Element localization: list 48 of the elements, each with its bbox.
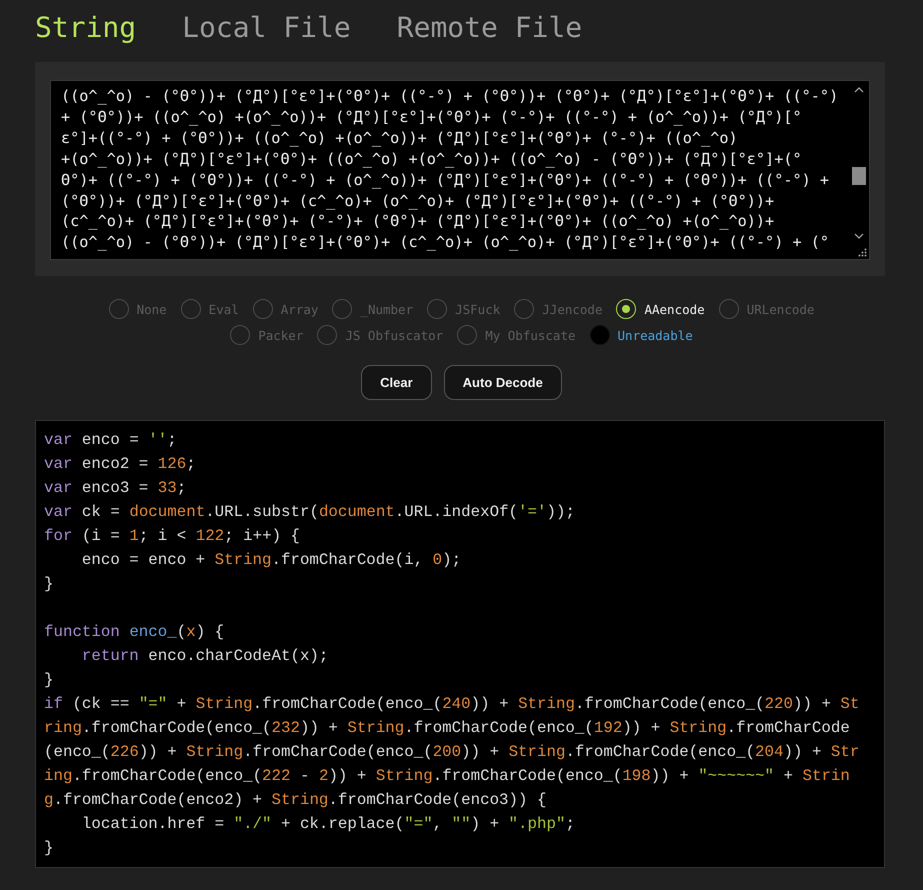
code-line: var ck = document.URL.substr(document.URL.indexOf('=')); — [44, 502, 576, 523]
action-button[interactable]: Clear — [361, 365, 432, 400]
code-line: enco = enco + String.fromCharCode(i, 0); — [80, 550, 462, 571]
radio-label[interactable]: JS Obfuscator — [345, 328, 444, 342]
radio-button[interactable] — [514, 299, 534, 319]
code-line: (enco_(226)) + String.fromCharCode(enco_(200)) + String.fromCharCode(enco_(204)) + Str — [44, 742, 860, 763]
radio-button[interactable] — [317, 325, 338, 345]
code-line: ing.fromCharCode(enco_(222 - 2)) + String.fromCharCode(enco_(198)) + "~~~~~~" + Strin — [44, 766, 851, 787]
radio-label[interactable]: Unreadable — [618, 328, 693, 342]
radio-button[interactable] — [457, 325, 478, 345]
tab[interactable]: Local File — [182, 8, 351, 46]
scrollbar-thumb[interactable] — [852, 167, 866, 185]
radio-button[interactable] — [252, 299, 273, 319]
radio-button[interactable] — [718, 299, 739, 319]
code-line: var enco = ''; — [44, 430, 178, 451]
radio-label[interactable]: Eval — [208, 302, 239, 316]
code-line: for (i = 1; i < 122; i++) { — [44, 526, 302, 547]
code-line: location.href = "./" + ck.replace("=", "") + ".php"; — [80, 814, 576, 835]
radio-label[interactable]: None — [136, 302, 167, 316]
code-line: return enco.charCodeAt(x); — [80, 646, 330, 667]
radio-label[interactable]: _Number — [360, 302, 414, 316]
radio-label[interactable]: Array — [280, 302, 318, 316]
radio-button[interactable] — [590, 325, 610, 345]
code-line: function enco_(x) { — [44, 622, 226, 643]
input-field[interactable]: ((o^_^o) - (°Θ°))+ (°Д°)[°ε°]+(°Θ°)+ ((°-°) + (°Θ°))+ (°Θ°)+ (°Д°)[°ε°]+(°Θ°)+ ((°-°) + (°Θ°))+ ((o^_^o) +(o^_^o))+ (°Д°)[°ε°]+(°Θ°)+ (°-°)+ ((°-°) + (o^_^o))+ (°Д°)[° ε°]+((°-°) + (°Θ°))+ ((o^_^o) +(o^_^o))+ (°Д°)[°ε°]+(°Θ°)+ (°-°)+ ((o^_^o) +(o^_^o))+ (°Д°)[°ε°]+(°Θ°)+ ((o^_^o) +(o^_^o))+ ((o^_^o) - (°Θ°))+ (°Д°)[°ε°]+(° Θ°)+ ((°-°) + (°Θ°))+ ((°-°) + (o^_^o))+ (°Д°)[°ε°]+(°Θ°)+ ((°-°) + (°Θ°))+ ((°-°) + (°Θ°))+ (°Д°)[°ε°]+(°Θ°)+ (c^_^o)+ (o^_^o)+ (°Д°)[°ε°]+(°Θ°)+ ((°-°) + (°Θ°))+ (c^_^o)+ (°Д°)[°ε°]+(°Θ°)+ (°-°)+ (°Θ°)+ (°Д°)[°ε°]+(°Θ°)+ ((o^_^o) +(o^_^o))+ ((o^_^o) - (°Θ°))+ (°Д°)[°ε°]+(°Θ°)+ (c^_^o)+ (o^_^o)+ (°Д°)[°ε°]+(°Θ°)+ ((°-°) + (° — [50, 80, 870, 260]
radio-label[interactable]: URLencode — [746, 302, 814, 316]
code-line: g.fromCharCode(enco2) + String.fromCharCode(enco3)) { — [44, 790, 548, 811]
radio-label[interactable]: My Obfuscate — [485, 328, 576, 342]
resize-grip-icon[interactable] — [858, 248, 867, 257]
radio-label[interactable]: JJencode — [542, 302, 602, 316]
radio-button[interactable] — [427, 299, 448, 319]
action-button[interactable]: Auto Decode — [444, 365, 562, 400]
radio-button[interactable] — [332, 299, 352, 319]
code-line: var enco2 = 126; — [44, 454, 197, 475]
code-line: ring.fromCharCode(enco_(232)) + String.fromCharCode(enco_(192)) + String.fromCharCode — [44, 718, 851, 739]
code-line: } — [44, 838, 54, 859]
tab[interactable]: Remote File — [396, 8, 582, 46]
radio-label[interactable]: AAencode — [644, 302, 705, 316]
tab[interactable]: String — [35, 8, 136, 46]
code-line: } — [44, 574, 54, 595]
radio-button[interactable] — [108, 299, 129, 319]
code-line: var enco3 = 33; — [44, 478, 188, 499]
radio-button[interactable] — [180, 299, 201, 319]
radio-label[interactable]: JSFuck — [455, 302, 500, 316]
code-line: if (ck == "=" + String.fromCharCode(enco_(240)) + String.fromCharCode(enco_(220)) + St — [44, 694, 860, 715]
radio-button[interactable] — [230, 325, 250, 345]
radio-label[interactable]: Packer — [258, 328, 304, 342]
code-line: } — [44, 670, 54, 691]
